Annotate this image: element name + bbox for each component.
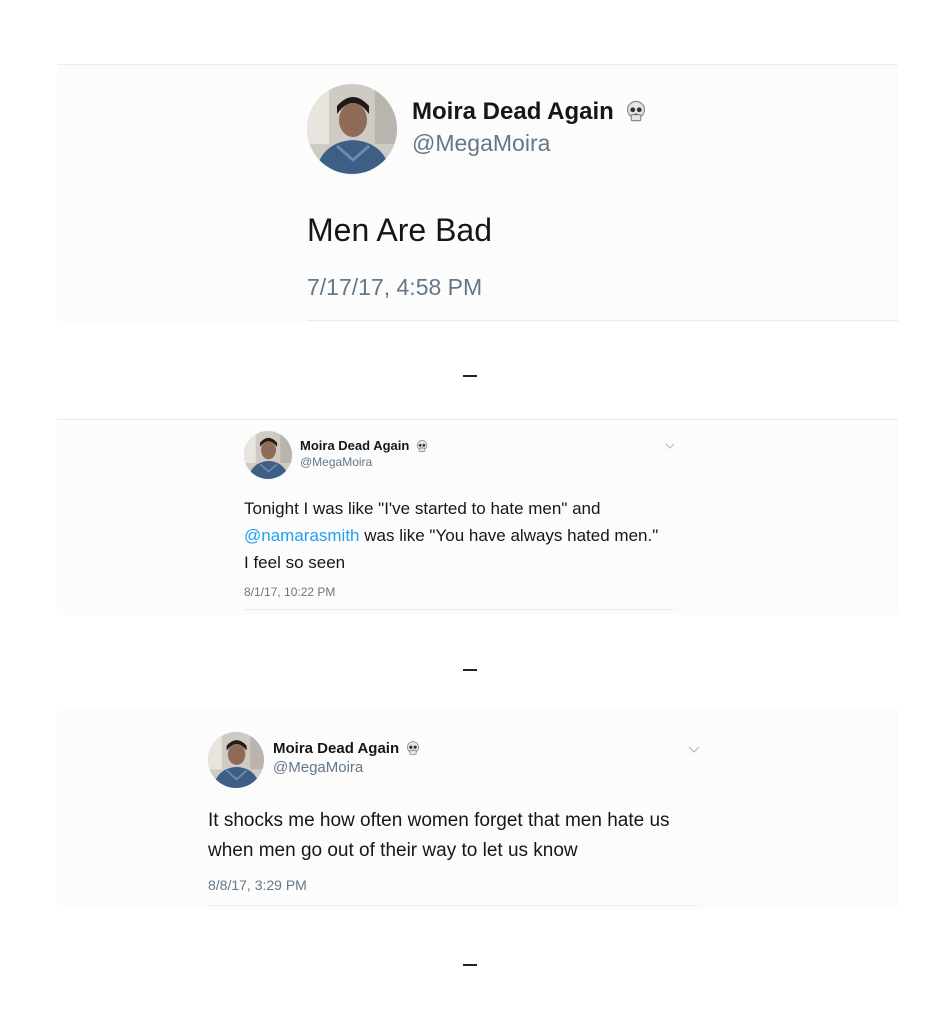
separator-dash	[463, 964, 477, 966]
timestamp[interactable]: 8/1/17, 10:22 PM	[244, 585, 335, 599]
tweet-divider	[307, 320, 898, 321]
handle[interactable]: @MegaMoira	[273, 759, 363, 776]
tweet-divider	[208, 905, 698, 906]
timestamp[interactable]: 7/17/17, 4:58 PM	[307, 274, 482, 301]
top-divider	[57, 419, 898, 420]
display-name-text: Moira Dead Again	[300, 438, 410, 453]
skull-icon	[416, 439, 428, 452]
tweet-card: Moira Dead Again @MegaMoira Tonight I wa…	[57, 419, 898, 615]
chevron-down-icon[interactable]	[665, 443, 675, 449]
skull-icon	[407, 740, 420, 755]
tweet-text-line-3: I feel so seen	[244, 553, 346, 572]
tweet-text-line-2: when men go out of their way to let us k…	[208, 840, 578, 861]
avatar[interactable]	[208, 732, 264, 788]
display-name-text: Moira Dead Again	[273, 740, 400, 757]
avatar-photo	[208, 732, 264, 788]
handle[interactable]: @MegaMoira	[300, 455, 372, 469]
separator-dash	[463, 669, 477, 671]
tweet-text-line-2: @namarasmith was like "You have always h…	[244, 526, 658, 546]
avatar-photo	[307, 84, 397, 174]
avatar[interactable]	[244, 431, 292, 479]
display-name[interactable]: Moira Dead Again	[412, 98, 648, 126]
timestamp[interactable]: 8/8/17, 3:29 PM	[208, 877, 307, 893]
tweet-card: Moira Dead Again @MegaMoira It shocks me…	[57, 706, 898, 910]
tweet-text-line-1: Tonight I was like "I've started to hate…	[244, 499, 601, 518]
avatar[interactable]	[307, 84, 397, 174]
chevron-down-icon[interactable]	[688, 746, 700, 753]
mention-link[interactable]: @namarasmith	[244, 526, 360, 545]
tweet-text-line-2-rest: was like "You have always hated men."	[359, 526, 659, 545]
display-name[interactable]: Moira Dead Again	[300, 438, 429, 453]
display-name-text: Moira Dead Again	[412, 98, 614, 125]
handle[interactable]: @MegaMoira	[412, 130, 550, 157]
tweet-divider	[244, 609, 674, 610]
tweet-card: Moira Dead Again @MegaMoira Men Are Bad …	[57, 64, 898, 322]
tweet-text-line-1: It shocks me how often women forget that…	[208, 810, 670, 831]
separator-dash	[463, 375, 477, 377]
display-name[interactable]: Moira Dead Again	[273, 740, 421, 757]
skull-icon	[627, 100, 646, 121]
avatar-photo	[244, 431, 292, 479]
top-divider	[57, 64, 898, 65]
tweet-text: Men Are Bad	[307, 212, 492, 248]
